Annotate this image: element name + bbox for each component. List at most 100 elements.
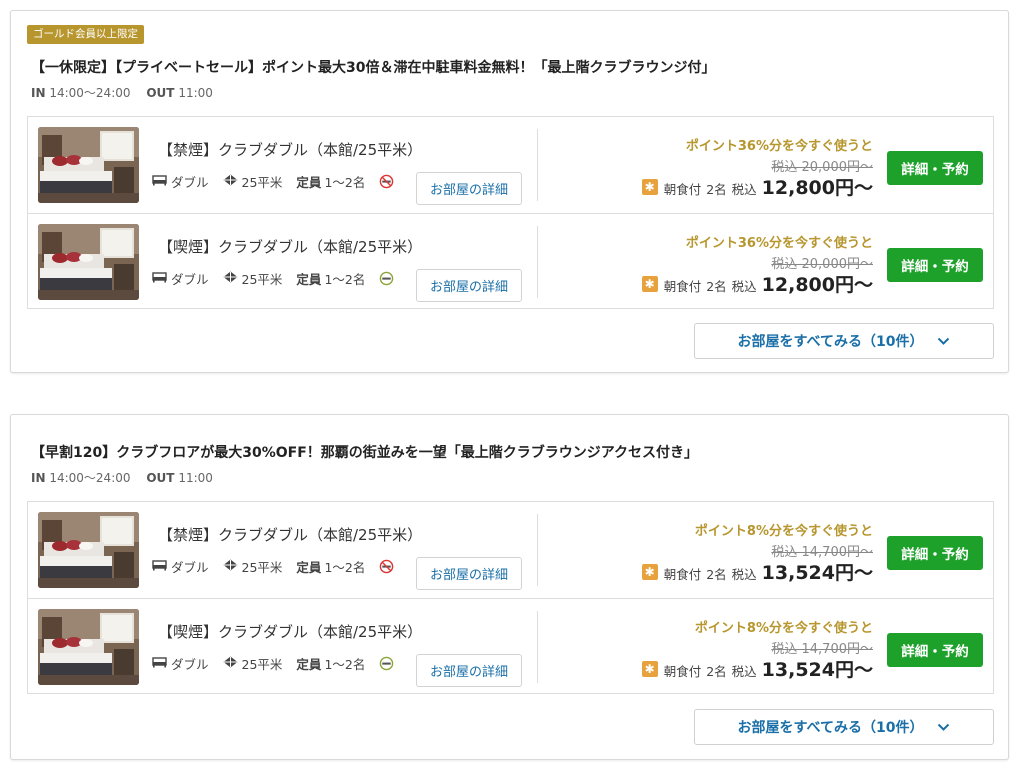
- reserve-button[interactable]: 詳細・予約: [887, 151, 983, 185]
- checkin-label: IN: [31, 86, 46, 100]
- breakfast-icon: ✱: [641, 563, 658, 580]
- plan-title[interactable]: 【早割120】クラブフロアが最大30%OFF！那覇の街並みを一望「最上階クラブラ…: [31, 442, 698, 462]
- capacity: 定員 1〜2名: [296, 654, 365, 673]
- capacity-label: 定員: [296, 271, 322, 287]
- room-row: 【喫煙】クラブダブル（本館/25平米） ダブル 25平米 定員 1〜2名 お部屋…: [28, 213, 993, 309]
- price: 13,524円〜: [761, 562, 873, 584]
- smoking-icon: [379, 271, 398, 286]
- meal-label: 朝食付: [663, 664, 702, 679]
- no-smoking-icon: [379, 559, 398, 574]
- capacity-label: 定員: [296, 656, 322, 672]
- bed-label: ダブル: [171, 271, 209, 287]
- room-detail-button[interactable]: お部屋の詳細: [416, 172, 522, 205]
- divider: [537, 129, 538, 201]
- room-detail-button[interactable]: お部屋の詳細: [416, 654, 522, 687]
- bed-icon: [152, 656, 171, 671]
- capacity-value: 1〜2名: [324, 174, 366, 190]
- capacity-label: 定員: [296, 174, 322, 190]
- bed-icon: [152, 271, 171, 286]
- no-smoking-icon: [379, 174, 398, 189]
- capacity: 定員 1〜2名: [296, 172, 365, 191]
- plan-title[interactable]: 【一休限定】【プライベートセール】ポイント最大30倍＆滞在中駐車料金無料！「最上…: [31, 57, 715, 77]
- reserve-button[interactable]: 詳細・予約: [887, 248, 983, 282]
- price: 12,800円〜: [761, 177, 873, 199]
- meal-label: 朝食付: [663, 279, 702, 294]
- plan-card: ゴールド会員以上限定 【一休限定】【プライベートセール】ポイント最大30倍＆滞在…: [10, 10, 1009, 373]
- point-usage-text: ポイント8%分を今すぐ使うと: [694, 621, 873, 636]
- capacity-label: 定員: [296, 559, 322, 575]
- room-photo[interactable]: [38, 127, 139, 203]
- room-name[interactable]: 【禁煙】クラブダブル（本館/25平米）: [158, 139, 422, 160]
- capacity-value: 1〜2名: [324, 656, 366, 672]
- room-name[interactable]: 【喫煙】クラブダブル（本館/25平米）: [158, 621, 422, 642]
- room-name[interactable]: 【禁煙】クラブダブル（本館/25平米）: [158, 524, 422, 545]
- room-size-label: 25平米: [241, 174, 283, 190]
- room-detail-button[interactable]: お部屋の詳細: [416, 269, 522, 302]
- room-size: 25平米: [223, 557, 283, 576]
- divider: [537, 611, 538, 683]
- reserve-button[interactable]: 詳細・予約: [887, 536, 983, 570]
- divider: [537, 226, 538, 298]
- plan-card: 【早割120】クラブフロアが最大30%OFF！那覇の街並みを一望「最上階クラブラ…: [10, 414, 1009, 760]
- gold-member-badge: ゴールド会員以上限定: [27, 25, 144, 44]
- point-usage-text: ポイント36%分を今すぐ使うと: [685, 139, 873, 154]
- tax-label: 税込: [731, 664, 757, 679]
- room-size: 25平米: [223, 269, 283, 288]
- room-row: 【禁煙】クラブダブル（本館/25平米） ダブル 25平米 定員 1〜2名 お部屋…: [28, 117, 993, 213]
- room-name[interactable]: 【喫煙】クラブダブル（本館/25平米）: [158, 236, 422, 257]
- checkin-time: 14:00〜24:00: [49, 86, 131, 100]
- chevron-down-icon: [937, 337, 950, 346]
- room-photo[interactable]: [38, 512, 139, 588]
- room-specs: ダブル 25平米 定員 1〜2名: [152, 557, 412, 576]
- room-size-label: 25平米: [241, 271, 283, 287]
- room-size-icon: [223, 656, 242, 671]
- guest-count: 2名: [706, 567, 727, 582]
- price-line: ✱ 朝食付 2名 税込 12,800円〜: [641, 173, 873, 200]
- room-size-label: 25平米: [241, 559, 283, 575]
- room-size-icon: [223, 559, 242, 574]
- price-line: ✱ 朝食付 2名 税込 12,800円〜: [641, 270, 873, 297]
- room-row: 【喫煙】クラブダブル（本館/25平米） ダブル 25平米 定員 1〜2名 お部屋…: [28, 598, 993, 694]
- room-list: 【禁煙】クラブダブル（本館/25平米） ダブル 25平米 定員 1〜2名 お部屋…: [27, 501, 994, 694]
- reserve-button[interactable]: 詳細・予約: [887, 633, 983, 667]
- breakfast-icon: ✱: [641, 275, 658, 292]
- capacity-value: 1〜2名: [324, 271, 366, 287]
- show-all-rooms-button[interactable]: お部屋をすべてみる（10件）: [694, 323, 994, 359]
- show-all-label: お部屋をすべてみる（10件）: [737, 334, 924, 350]
- bed-icon: [152, 559, 171, 574]
- tax-label: 税込: [731, 567, 757, 582]
- room-size-icon: [223, 271, 242, 286]
- bed-type: ダブル: [152, 557, 209, 576]
- smoking-icon: [379, 656, 398, 671]
- room-detail-button[interactable]: お部屋の詳細: [416, 557, 522, 590]
- price-line: ✱ 朝食付 2名 税込 13,524円〜: [641, 655, 873, 682]
- price: 13,524円〜: [761, 659, 873, 681]
- checkin-info: IN 14:00〜24:00 OUT 11:00: [31, 84, 213, 101]
- breakfast-icon: ✱: [641, 178, 658, 195]
- room-list: 【禁煙】クラブダブル（本館/25平米） ダブル 25平米 定員 1〜2名 お部屋…: [27, 116, 994, 309]
- point-usage-text: ポイント36%分を今すぐ使うと: [685, 236, 873, 251]
- show-all-label: お部屋をすべてみる（10件）: [737, 720, 924, 736]
- bed-type: ダブル: [152, 654, 209, 673]
- checkout-label: OUT: [146, 86, 175, 100]
- meal-label: 朝食付: [663, 182, 702, 197]
- show-all-rooms-button[interactable]: お部屋をすべてみる（10件）: [694, 709, 994, 745]
- capacity: 定員 1〜2名: [296, 557, 365, 576]
- room-size-icon: [223, 174, 242, 189]
- room-photo[interactable]: [38, 224, 139, 300]
- checkin-label: IN: [31, 471, 46, 485]
- checkin-time: 14:00〜24:00: [49, 471, 131, 485]
- meal-label: 朝食付: [663, 567, 702, 582]
- tax-label: 税込: [731, 182, 757, 197]
- bed-type: ダブル: [152, 269, 209, 288]
- price: 12,800円〜: [761, 274, 873, 296]
- room-specs: ダブル 25平米 定員 1〜2名: [152, 654, 412, 673]
- room-photo[interactable]: [38, 609, 139, 685]
- checkout-time: 11:00: [178, 86, 213, 100]
- divider: [537, 514, 538, 586]
- room-size: 25平米: [223, 172, 283, 191]
- checkout-label: OUT: [146, 471, 175, 485]
- room-specs: ダブル 25平米 定員 1〜2名: [152, 172, 412, 191]
- bed-label: ダブル: [171, 559, 209, 575]
- capacity-value: 1〜2名: [324, 559, 366, 575]
